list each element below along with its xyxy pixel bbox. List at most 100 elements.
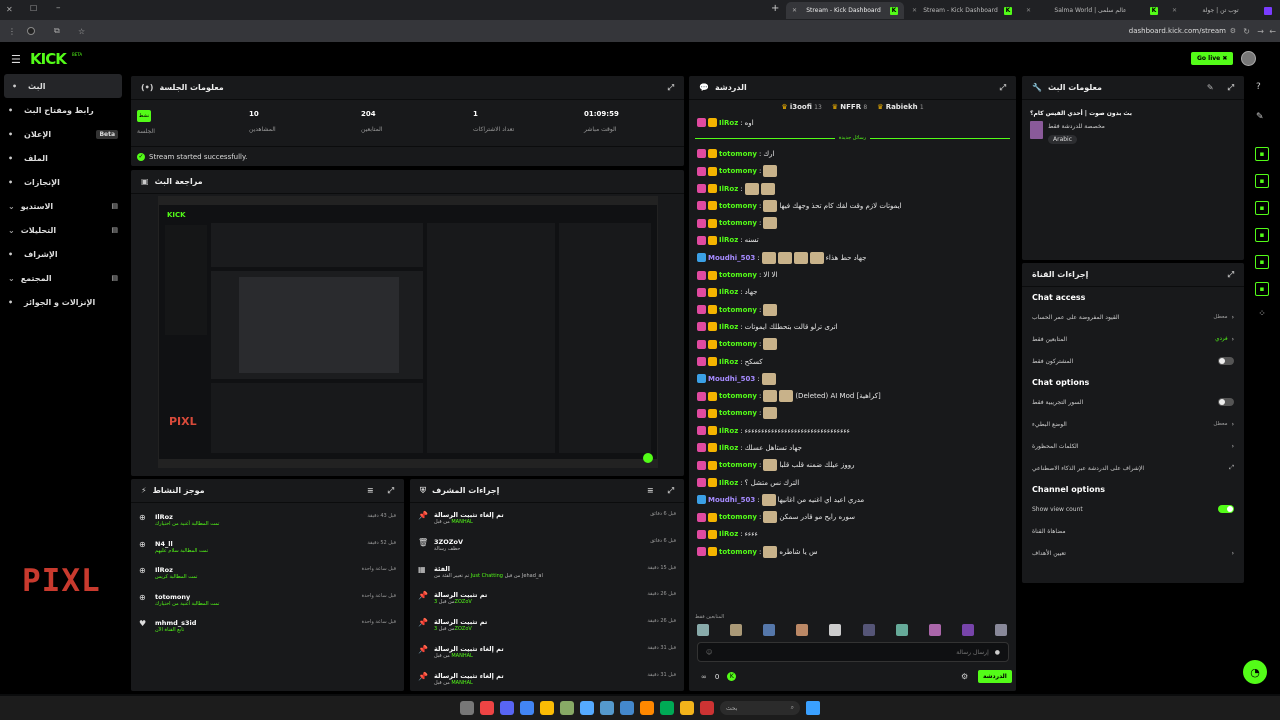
chat-username[interactable]: totomony xyxy=(719,340,757,348)
activity-user[interactable]: IlRoz xyxy=(155,513,361,521)
channel-setting-row[interactable]: الوضع البطيء معطل › xyxy=(1022,413,1244,435)
minimize-icon[interactable]: – xyxy=(56,3,61,13)
activity-item[interactable]: ⊕ totomony تمت المطالبة أغنية من اختيارك قب… xyxy=(131,589,404,616)
files-icon[interactable] xyxy=(680,701,694,715)
sidebar-item-2[interactable]: • الإعلان Beta xyxy=(0,122,126,146)
popout-icon[interactable]: ⤢ xyxy=(388,486,394,496)
viewer-avatar[interactable] xyxy=(730,624,743,636)
chat-message[interactable]: IlRoz: xyxy=(689,180,1016,197)
panel-icon[interactable]: ▪ xyxy=(1255,174,1269,188)
external-link-icon[interactable]: ⤢ xyxy=(1229,464,1234,472)
photos-icon[interactable] xyxy=(580,701,594,715)
resize-icon[interactable]: ▪ xyxy=(1255,228,1269,242)
chrome-icon[interactable] xyxy=(540,701,554,715)
chat-message[interactable]: totomony: xyxy=(689,301,1016,318)
activity-user[interactable]: totomony xyxy=(155,593,356,601)
mod-action-who[interactable]: MANHAL xyxy=(451,653,472,659)
slow-mode-icon[interactable]: ∞ xyxy=(701,673,707,681)
sidebar-item-7[interactable]: • الإشراف xyxy=(0,242,126,266)
chat-username[interactable]: IlRoz xyxy=(719,530,738,538)
mod-action-item[interactable]: 🗑 3ZOZoV حظف رسالة قبل 6 دقائق xyxy=(410,534,684,561)
edit-icon[interactable]: ✎ xyxy=(1207,83,1214,92)
popout-icon[interactable]: ⤢ xyxy=(668,486,674,496)
viewer-avatar[interactable] xyxy=(994,624,1007,636)
chat-username[interactable]: IlRoz xyxy=(719,288,738,296)
chat-message[interactable]: totomony: xyxy=(689,336,1016,353)
chat-message[interactable]: Moudhi_503: جهاد حط هذاء xyxy=(689,249,1016,266)
mod-action-who[interactable]: MANHAL xyxy=(451,519,472,525)
mod-action-item[interactable]: 📌 تم إلغاء تثبيت الرسالة من قبل MANHAL قبل … xyxy=(410,668,684,695)
chat-username[interactable]: totomony xyxy=(719,392,757,400)
activity-item[interactable]: ♥ mhmd_s3id تابع القناة الآن قبل ساعة واحدة xyxy=(131,615,404,642)
sidebar-item-3[interactable]: • الملف xyxy=(0,146,126,170)
chevron-right-icon[interactable]: › xyxy=(1232,336,1234,343)
mod-action-item[interactable]: 📌 تم تثبيت الرسالة من قبل 3ZOZoV قبل 26 دقي… xyxy=(410,614,684,641)
mod-action-item[interactable]: ▦ الفئة تم تغيير الفئة من Just Chatting من… xyxy=(410,561,684,588)
chat-message[interactable]: totomony: xyxy=(689,405,1016,422)
channel-setting-row[interactable]: مضاهاة القناة xyxy=(1022,520,1244,542)
viewer-avatar[interactable] xyxy=(796,624,809,636)
support-chat-bubble[interactable]: ◔ xyxy=(1243,660,1267,684)
chat-username[interactable]: totomony xyxy=(719,202,757,210)
windows-start-icon[interactable] xyxy=(806,701,820,715)
chat-username[interactable]: totomony xyxy=(719,461,757,469)
forward-icon[interactable]: → xyxy=(1257,27,1264,36)
menu-dots-icon[interactable]: ⋮ xyxy=(8,27,16,36)
viewer-avatar[interactable] xyxy=(697,624,709,636)
stream-video[interactable]: KICK PIXL xyxy=(158,196,658,468)
chevron-down-icon[interactable]: ⌄ xyxy=(8,226,15,235)
discord-icon[interactable] xyxy=(500,701,514,715)
chat-username[interactable]: IlRoz xyxy=(719,236,738,244)
activity-user[interactable]: mhmd_s3id xyxy=(155,619,356,627)
go-live-button[interactable]: Go live ✖ xyxy=(1191,52,1234,65)
chat-username[interactable]: totomony xyxy=(719,548,757,556)
chat-username[interactable]: IlRoz xyxy=(719,479,738,487)
more-icon[interactable]: ⁘ xyxy=(1248,309,1276,319)
wrench-icon[interactable]: ▪ xyxy=(1255,282,1269,296)
chat-message[interactable]: Moudhi_503: xyxy=(689,370,1016,387)
sidebar-item-8[interactable]: ⌄ المجتمع ▤ xyxy=(0,266,126,290)
chat-message[interactable]: IlRoz: جهاد تستاهل عسلك xyxy=(689,439,1016,456)
chevron-right-icon[interactable]: › xyxy=(1232,314,1234,321)
bookmark-star-icon[interactable]: ☆ xyxy=(78,27,85,36)
channel-setting-row[interactable]: Show view count xyxy=(1022,498,1244,520)
channel-setting-row[interactable]: تعيين الأهداف › xyxy=(1022,542,1244,564)
top-gifter[interactable]: ♛ i3oofi 13 xyxy=(781,103,821,111)
chevron-down-icon[interactable]: ⌄ xyxy=(8,202,15,211)
game-icon[interactable] xyxy=(560,701,574,715)
chat-username[interactable]: totomony xyxy=(719,167,757,175)
chat-message[interactable]: IlRoz: كسكح xyxy=(689,353,1016,370)
chat-username[interactable]: IlRoz xyxy=(719,427,738,435)
sidebar-item-0[interactable]: • البث xyxy=(4,74,122,98)
viewer-avatar[interactable] xyxy=(862,624,875,636)
chat-username[interactable]: totomony xyxy=(719,513,757,521)
pencil-icon[interactable]: ✎ xyxy=(1256,112,1264,122)
close-tab-icon[interactable]: ✕ xyxy=(1172,7,1177,14)
emoji-icon[interactable]: ☺ xyxy=(706,649,712,656)
chat-message[interactable]: totomony: ارك xyxy=(689,145,1016,162)
help-icon[interactable]: ? xyxy=(1256,82,1261,92)
mod-action-who[interactable]: Just Chatting xyxy=(471,573,503,579)
monitor-icon[interactable] xyxy=(600,701,614,715)
tab-top-ten[interactable]: ✕ توب تن | جولة xyxy=(1166,2,1278,19)
sidebar-item-9[interactable]: • الإنزالات و الجوائز xyxy=(0,290,126,314)
chat-message[interactable]: IlRoz: اترى ترلو قالت بتحطلك ايموتات xyxy=(689,318,1016,335)
chat-message[interactable]: IlRoz : اوه xyxy=(689,114,1016,131)
back-icon[interactable]: ← xyxy=(1269,27,1276,36)
toggle-switch[interactable] xyxy=(1218,505,1234,513)
chat-username[interactable]: totomony xyxy=(719,409,757,417)
browser-icon[interactable] xyxy=(620,701,634,715)
activity-user[interactable]: IlRoz xyxy=(155,566,356,574)
popout-icon[interactable]: ⤢ xyxy=(1228,270,1234,280)
toggle-switch[interactable] xyxy=(1218,398,1234,406)
chevron-right-icon[interactable]: › xyxy=(1232,550,1234,557)
chevron-down-icon[interactable]: ⌄ xyxy=(8,274,15,283)
channel-setting-row[interactable]: القيود المفروضة على عمر الحساب معطل › xyxy=(1022,306,1244,328)
activity-item[interactable]: ⊕ IlRoz تمت المطالبة أغنية من اختيارك قبل 4… xyxy=(131,509,404,536)
activity-item[interactable]: ⊕ N4_ll تمت المطالبة سلام عليهم قبل 52 دقيق… xyxy=(131,536,404,563)
channel-setting-row[interactable]: الكلمات المحظورة › xyxy=(1022,435,1244,457)
mod-action-who[interactable]: MANHAL xyxy=(451,680,472,686)
channel-setting-row[interactable]: الإشراف على الدردشة عبر الذكاء الاصطناعي… xyxy=(1022,457,1244,479)
sidebar-item-4[interactable]: • الإنجازات xyxy=(0,170,126,194)
chat-message[interactable]: totomony: سوره رايح مو قادر سمكن xyxy=(689,509,1016,526)
